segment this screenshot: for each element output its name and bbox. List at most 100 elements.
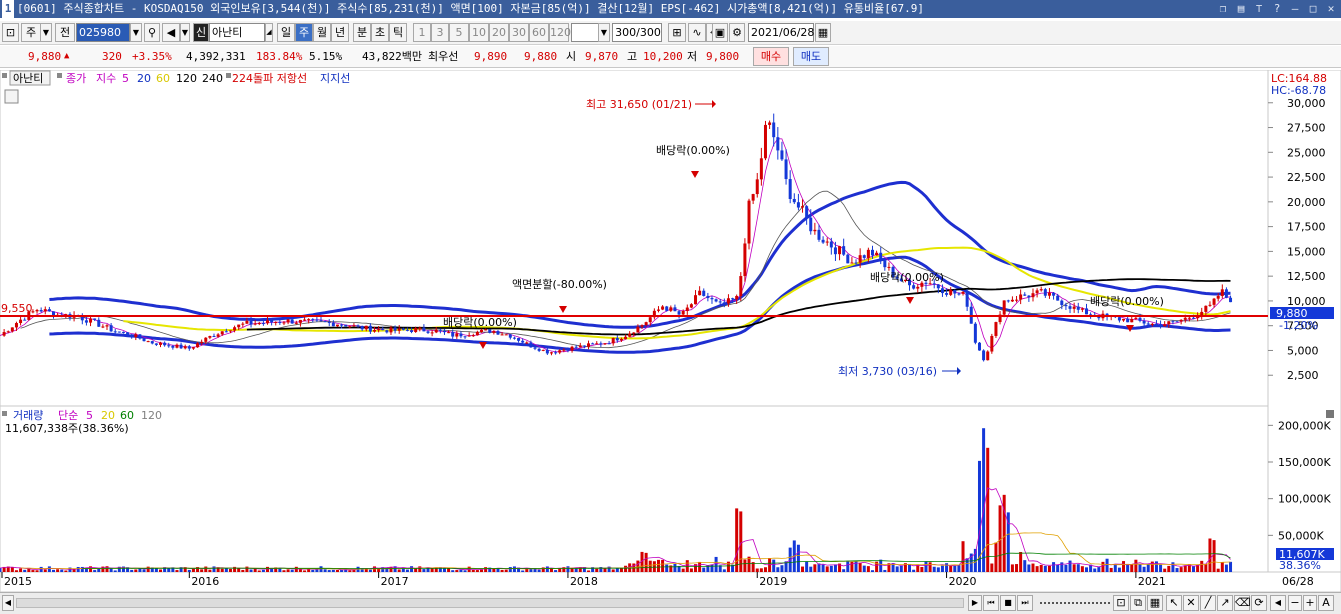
x-tick-label: 2017 [381, 575, 409, 588]
sell-button[interactable]: 매도 [793, 47, 829, 66]
candle-body [558, 350, 562, 353]
custom-period-dropdown-icon[interactable]: ▼ [598, 23, 610, 42]
minute-10[interactable]: 10 [469, 23, 489, 42]
restore-pane-icon[interactable]: ❐ [1217, 0, 1229, 18]
trend-icon[interactable]: ↗ [1217, 595, 1233, 611]
scroll-left-end-icon[interactable]: ◀ [1270, 595, 1286, 611]
search-icon[interactable]: ⚲ [144, 23, 160, 42]
candle-body [661, 306, 665, 310]
volume-bar [842, 569, 846, 572]
speaker-dropdown-icon[interactable]: ▼ [180, 23, 190, 42]
zoom-box-icon[interactable]: ⊡ [1113, 595, 1129, 611]
trade-amount: 43,822백만 [362, 50, 422, 63]
gear-icon[interactable]: ⚙ [729, 23, 745, 42]
period-week[interactable]: 주 [295, 23, 313, 42]
period-tick[interactable]: 틱 [389, 23, 407, 42]
zoom-out-icon[interactable]: − [1288, 595, 1302, 611]
minute-5[interactable]: 5 [449, 23, 469, 42]
minute-120[interactable]: 120 [549, 23, 571, 42]
stock-name-field[interactable]: 아난티 [209, 23, 265, 42]
price-panel[interactable] [0, 69, 1269, 407]
volume-panel[interactable] [0, 405, 1269, 573]
zoom-in-icon[interactable]: + [1303, 595, 1317, 611]
maximize-icon[interactable]: □ [1307, 0, 1319, 18]
legend-stock-name: 아난티 [13, 72, 43, 85]
period-second[interactable]: 초 [371, 23, 389, 42]
fast-forward-icon[interactable]: ⏭ [1017, 595, 1033, 611]
volume-bar [615, 568, 619, 572]
save-icon[interactable]: ▣ [712, 23, 728, 42]
draw-line-icon[interactable]: ╱ [1200, 595, 1216, 611]
play-icon[interactable]: ▶ [968, 595, 982, 611]
period-month[interactable]: 월 [313, 23, 331, 42]
rewind-icon[interactable]: ⏮ [983, 595, 999, 611]
chevron-down-icon[interactable]: ▼ [40, 23, 52, 42]
candle-body [327, 322, 331, 324]
cross-icon[interactable]: ✕ [1183, 595, 1199, 611]
pin-icon[interactable]: ⊤ [1253, 0, 1265, 18]
price-tick-label: 15,000 [1287, 245, 1326, 258]
candle-body [187, 346, 191, 349]
minute-1[interactable]: 1 [413, 23, 431, 42]
chart-area[interactable]: 아난티 종가 지수 5 20 60 120 240 224돌파 저항선 지지선 … [0, 69, 1341, 593]
close-icon[interactable]: ✕ [1325, 0, 1337, 18]
volume-bar [241, 569, 245, 572]
market-select[interactable]: 주 [21, 23, 41, 42]
candle-body [792, 198, 796, 203]
chart-type-icon[interactable]: ⊞ [668, 23, 686, 42]
volume-bar [895, 566, 899, 572]
horizontal-scrollbar[interactable] [16, 598, 964, 608]
period-minute[interactable]: 분 [353, 23, 371, 42]
volume-bar [1035, 566, 1039, 572]
period-year[interactable]: 년 [331, 23, 349, 42]
minute-20[interactable]: 20 [489, 23, 509, 42]
speaker-icon[interactable]: ◀ [162, 23, 180, 42]
link-icon[interactable]: ⊡ [2, 23, 19, 42]
minute-60[interactable]: 60 [529, 23, 549, 42]
grid-icon[interactable]: ▦ [1147, 595, 1163, 611]
indicator-icon[interactable]: ∿ [688, 23, 706, 42]
minute-3[interactable]: 3 [431, 23, 449, 42]
candle-body [1204, 305, 1208, 312]
stock-code-input[interactable]: 025980 [76, 23, 130, 42]
candle-body [163, 342, 167, 346]
chart-svg[interactable]: 아난티 종가 지수 5 20 60 120 240 224돌파 저항선 지지선 … [0, 69, 1341, 593]
speed-slider[interactable] [1040, 602, 1110, 604]
candle-body [640, 325, 644, 327]
tile-icon[interactable]: ▤ [1235, 0, 1247, 18]
scroll-left-icon[interactable]: ◀ [2, 595, 14, 611]
candle-body [1064, 305, 1068, 307]
jeon-button[interactable]: 전 [55, 23, 75, 42]
legend-ma-label: 지수 [96, 72, 116, 85]
custom-period-input[interactable] [571, 23, 599, 42]
count-input[interactable]: 300/300 [612, 23, 662, 42]
minimize-icon[interactable]: – [1289, 0, 1301, 18]
volume-bar [833, 564, 837, 572]
volume-bar [1056, 564, 1060, 572]
auto-scale-icon[interactable]: A [1318, 595, 1334, 611]
volume-bar [521, 570, 525, 572]
candle-body [1052, 292, 1056, 296]
calendar-icon[interactable]: ▦ [815, 23, 831, 42]
new-badge[interactable]: 신 [193, 23, 209, 42]
minute-30[interactable]: 30 [509, 23, 529, 42]
period-day[interactable]: 일 [277, 23, 295, 42]
refresh-icon[interactable]: ⟳ [1251, 595, 1267, 611]
buy-button[interactable]: 매수 [753, 47, 789, 66]
candle-body [772, 122, 776, 138]
trash-icon[interactable]: ⌫ [1234, 595, 1251, 611]
table-toggle-icon[interactable] [4, 89, 19, 104]
candle-body [159, 342, 163, 345]
volume-bar [1113, 564, 1117, 572]
name-dropdown-icon[interactable]: ◢ [265, 23, 273, 42]
volume-bar [661, 559, 665, 572]
panel-collapse-icon[interactable] [1326, 410, 1334, 418]
split-view-icon[interactable]: ⧉ [1130, 595, 1146, 611]
code-dropdown-icon[interactable]: ▼ [130, 23, 142, 42]
volume-bar [949, 565, 953, 572]
volume-bar [1224, 564, 1228, 572]
cursor-icon[interactable]: ↖ [1166, 595, 1182, 611]
help-icon[interactable]: ? [1271, 0, 1283, 18]
date-input[interactable]: 2021/06/28 [748, 23, 814, 42]
stop-icon[interactable]: ■ [1000, 595, 1016, 611]
